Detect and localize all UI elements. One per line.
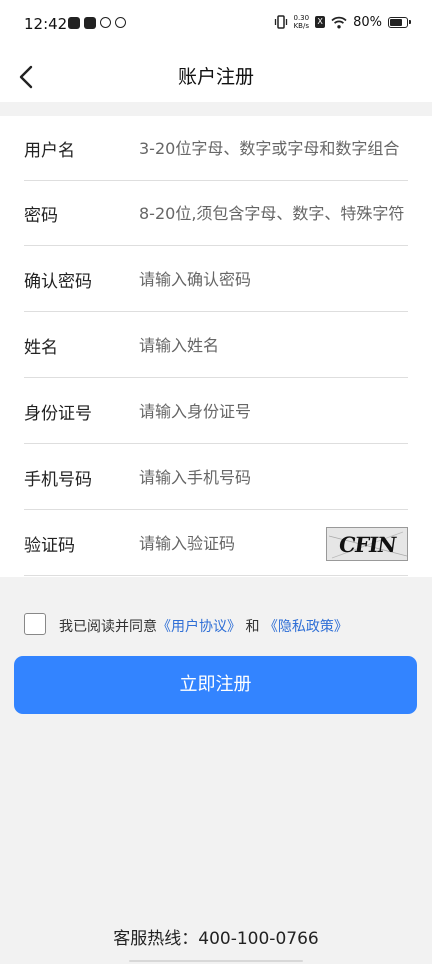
id-number-input[interactable]: [139, 397, 408, 425]
status-indicators: 0.30 KB/s X 80%: [274, 14, 411, 30]
nav-bar: 账户注册: [0, 52, 432, 102]
battery-icon: [388, 16, 411, 28]
name-row: 姓名: [24, 313, 408, 378]
network-speed: 0.30 KB/s: [294, 14, 310, 30]
phone-row: 手机号码: [24, 445, 408, 510]
phone-input[interactable]: [139, 463, 408, 491]
no-sim-icon: X: [315, 16, 326, 28]
page-title: 账户注册: [177, 66, 254, 88]
username-input[interactable]: [139, 134, 408, 162]
name-label: 姓名: [24, 338, 58, 358]
id-number-row: 身份证号: [24, 379, 408, 444]
privacy-policy-link[interactable]: 《隐私政策》: [264, 619, 348, 635]
agreement-row: 我已阅读并同意《用户协议》 和 《隐私政策》: [24, 613, 408, 639]
password-row: 密码: [24, 181, 408, 246]
app-notification-icon: [100, 17, 111, 28]
username-label: 用户名: [24, 141, 75, 161]
battery-percent: 80%: [353, 14, 382, 30]
captcha-image[interactable]: CFIN: [326, 527, 408, 561]
network-speed-unit: KB/s: [293, 22, 309, 30]
notification-icons: [68, 17, 126, 29]
status-bar: 12:42 0.30 KB/s X 80%: [0, 0, 432, 52]
confirm-password-input[interactable]: [139, 265, 408, 293]
agreement-text: 我已阅读并同意《用户协议》 和 《隐私政策》: [59, 616, 348, 636]
customer-service-hotline: 客服热线：400-100-0766: [113, 929, 319, 949]
phone-label: 手机号码: [24, 470, 92, 490]
captcha-row: 验证码 CFIN: [24, 511, 408, 576]
username-row: 用户名: [24, 116, 408, 181]
confirm-password-label: 确认密码: [24, 272, 92, 292]
message-icon: [84, 17, 96, 29]
agreement-checkbox[interactable]: [24, 613, 46, 635]
registration-form: 用户名 密码 确认密码 姓名 身份证号 手机号码 验证码 CFIN: [0, 116, 432, 577]
agreement-prefix: 我已阅读并同意: [59, 619, 157, 635]
sync-icon: [115, 17, 126, 28]
captcha-text: CFIN: [336, 531, 398, 557]
password-label: 密码: [24, 206, 58, 226]
vibrate-icon: [274, 15, 287, 29]
captcha-input[interactable]: [139, 529, 319, 557]
home-indicator: [129, 960, 303, 962]
password-input[interactable]: [139, 199, 408, 227]
user-agreement-link[interactable]: 《用户协议》: [157, 619, 241, 635]
agreement-conjunction: 和: [245, 619, 260, 635]
network-speed-value: 0.30: [293, 14, 310, 22]
captcha-label: 验证码: [24, 536, 75, 556]
wifi-icon: [331, 16, 347, 28]
tiktok-icon: [68, 17, 80, 29]
confirm-password-row: 确认密码: [24, 247, 408, 312]
register-button[interactable]: 立即注册: [14, 656, 417, 714]
battery-level: [390, 18, 403, 26]
id-number-label: 身份证号: [24, 404, 92, 424]
name-input[interactable]: [139, 331, 408, 359]
status-time: 12:42: [24, 15, 68, 33]
